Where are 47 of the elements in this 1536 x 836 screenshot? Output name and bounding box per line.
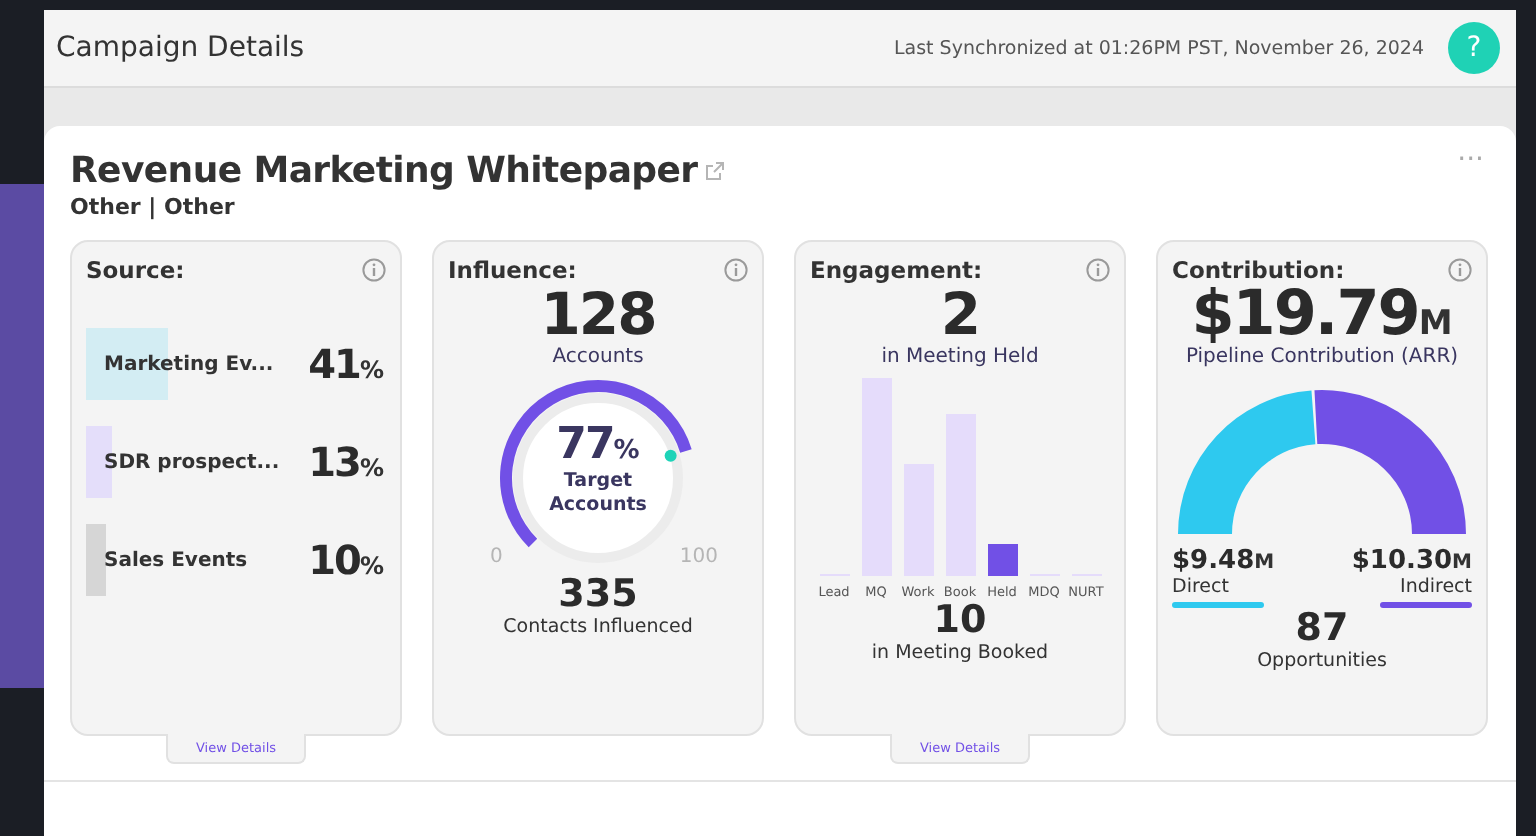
target-accounts-label: Target Accounts bbox=[547, 470, 649, 518]
page-title: Campaign Details bbox=[56, 32, 305, 64]
contacts-label: Contacts Influenced bbox=[503, 616, 693, 640]
pipeline-label: Pipeline Contribution (ARR) bbox=[1185, 344, 1459, 370]
info-icon[interactable] bbox=[1448, 258, 1472, 282]
source-label: Sales Events bbox=[104, 549, 248, 571]
source-label: Marketing Ev... bbox=[104, 353, 274, 375]
source-label: SDR prospect... bbox=[104, 451, 280, 473]
meetings-held-label: in Meeting Held bbox=[881, 344, 1039, 370]
percent-unit: % bbox=[613, 436, 640, 466]
info-icon[interactable] bbox=[1086, 258, 1110, 282]
card-title: Source: bbox=[86, 256, 185, 284]
gauge-dot bbox=[664, 449, 677, 462]
accounts-label: Accounts bbox=[552, 344, 644, 370]
info-icon[interactable] bbox=[362, 258, 386, 282]
percent-value: 41 bbox=[308, 338, 360, 392]
card-title: Engagement: bbox=[810, 256, 983, 284]
percent-unit: % bbox=[359, 454, 384, 482]
meetings-held-count: 2 bbox=[940, 284, 980, 344]
percent-unit: % bbox=[359, 356, 384, 384]
card-title: Influence: bbox=[448, 256, 577, 284]
amount-unit: M bbox=[1418, 304, 1453, 344]
opportunities-label: Opportunities bbox=[1257, 650, 1387, 674]
contacts-count: 335 bbox=[558, 574, 638, 616]
campaign-subtitle: Other | Other bbox=[70, 194, 237, 220]
percent-value: 10 bbox=[308, 534, 360, 588]
amount-label: Indirect bbox=[1400, 576, 1472, 598]
gauge-min-label: 0 bbox=[490, 546, 503, 568]
amount-unit: M bbox=[1452, 552, 1472, 574]
card-title: Contribution: bbox=[1172, 256, 1345, 284]
percent-value: 77 bbox=[556, 422, 614, 470]
pipeline-amount: $19.79 bbox=[1191, 284, 1419, 344]
gauge-max-label: 100 bbox=[679, 546, 718, 568]
meetings-booked-label: in Meeting Booked bbox=[871, 642, 1049, 666]
campaign-title: Revenue Marketing Whitepaper bbox=[70, 150, 698, 192]
percent-value: 13 bbox=[308, 436, 360, 490]
external-link-icon[interactable] bbox=[703, 160, 726, 182]
amount-label: Direct bbox=[1172, 576, 1229, 598]
percent-unit: % bbox=[359, 552, 384, 580]
info-icon[interactable] bbox=[724, 258, 748, 282]
amount-value: $9.48 bbox=[1172, 546, 1255, 576]
amount-value: $10.30 bbox=[1351, 546, 1453, 576]
sync-status: Last Synchronized at 01:26PM PST, November 26, 2024 bbox=[893, 37, 1424, 59]
opportunities-count: 87 bbox=[1295, 608, 1349, 650]
accounts-count: 128 bbox=[540, 284, 656, 344]
meetings-booked-count: 10 bbox=[933, 600, 987, 642]
amount-unit: M bbox=[1254, 552, 1275, 574]
